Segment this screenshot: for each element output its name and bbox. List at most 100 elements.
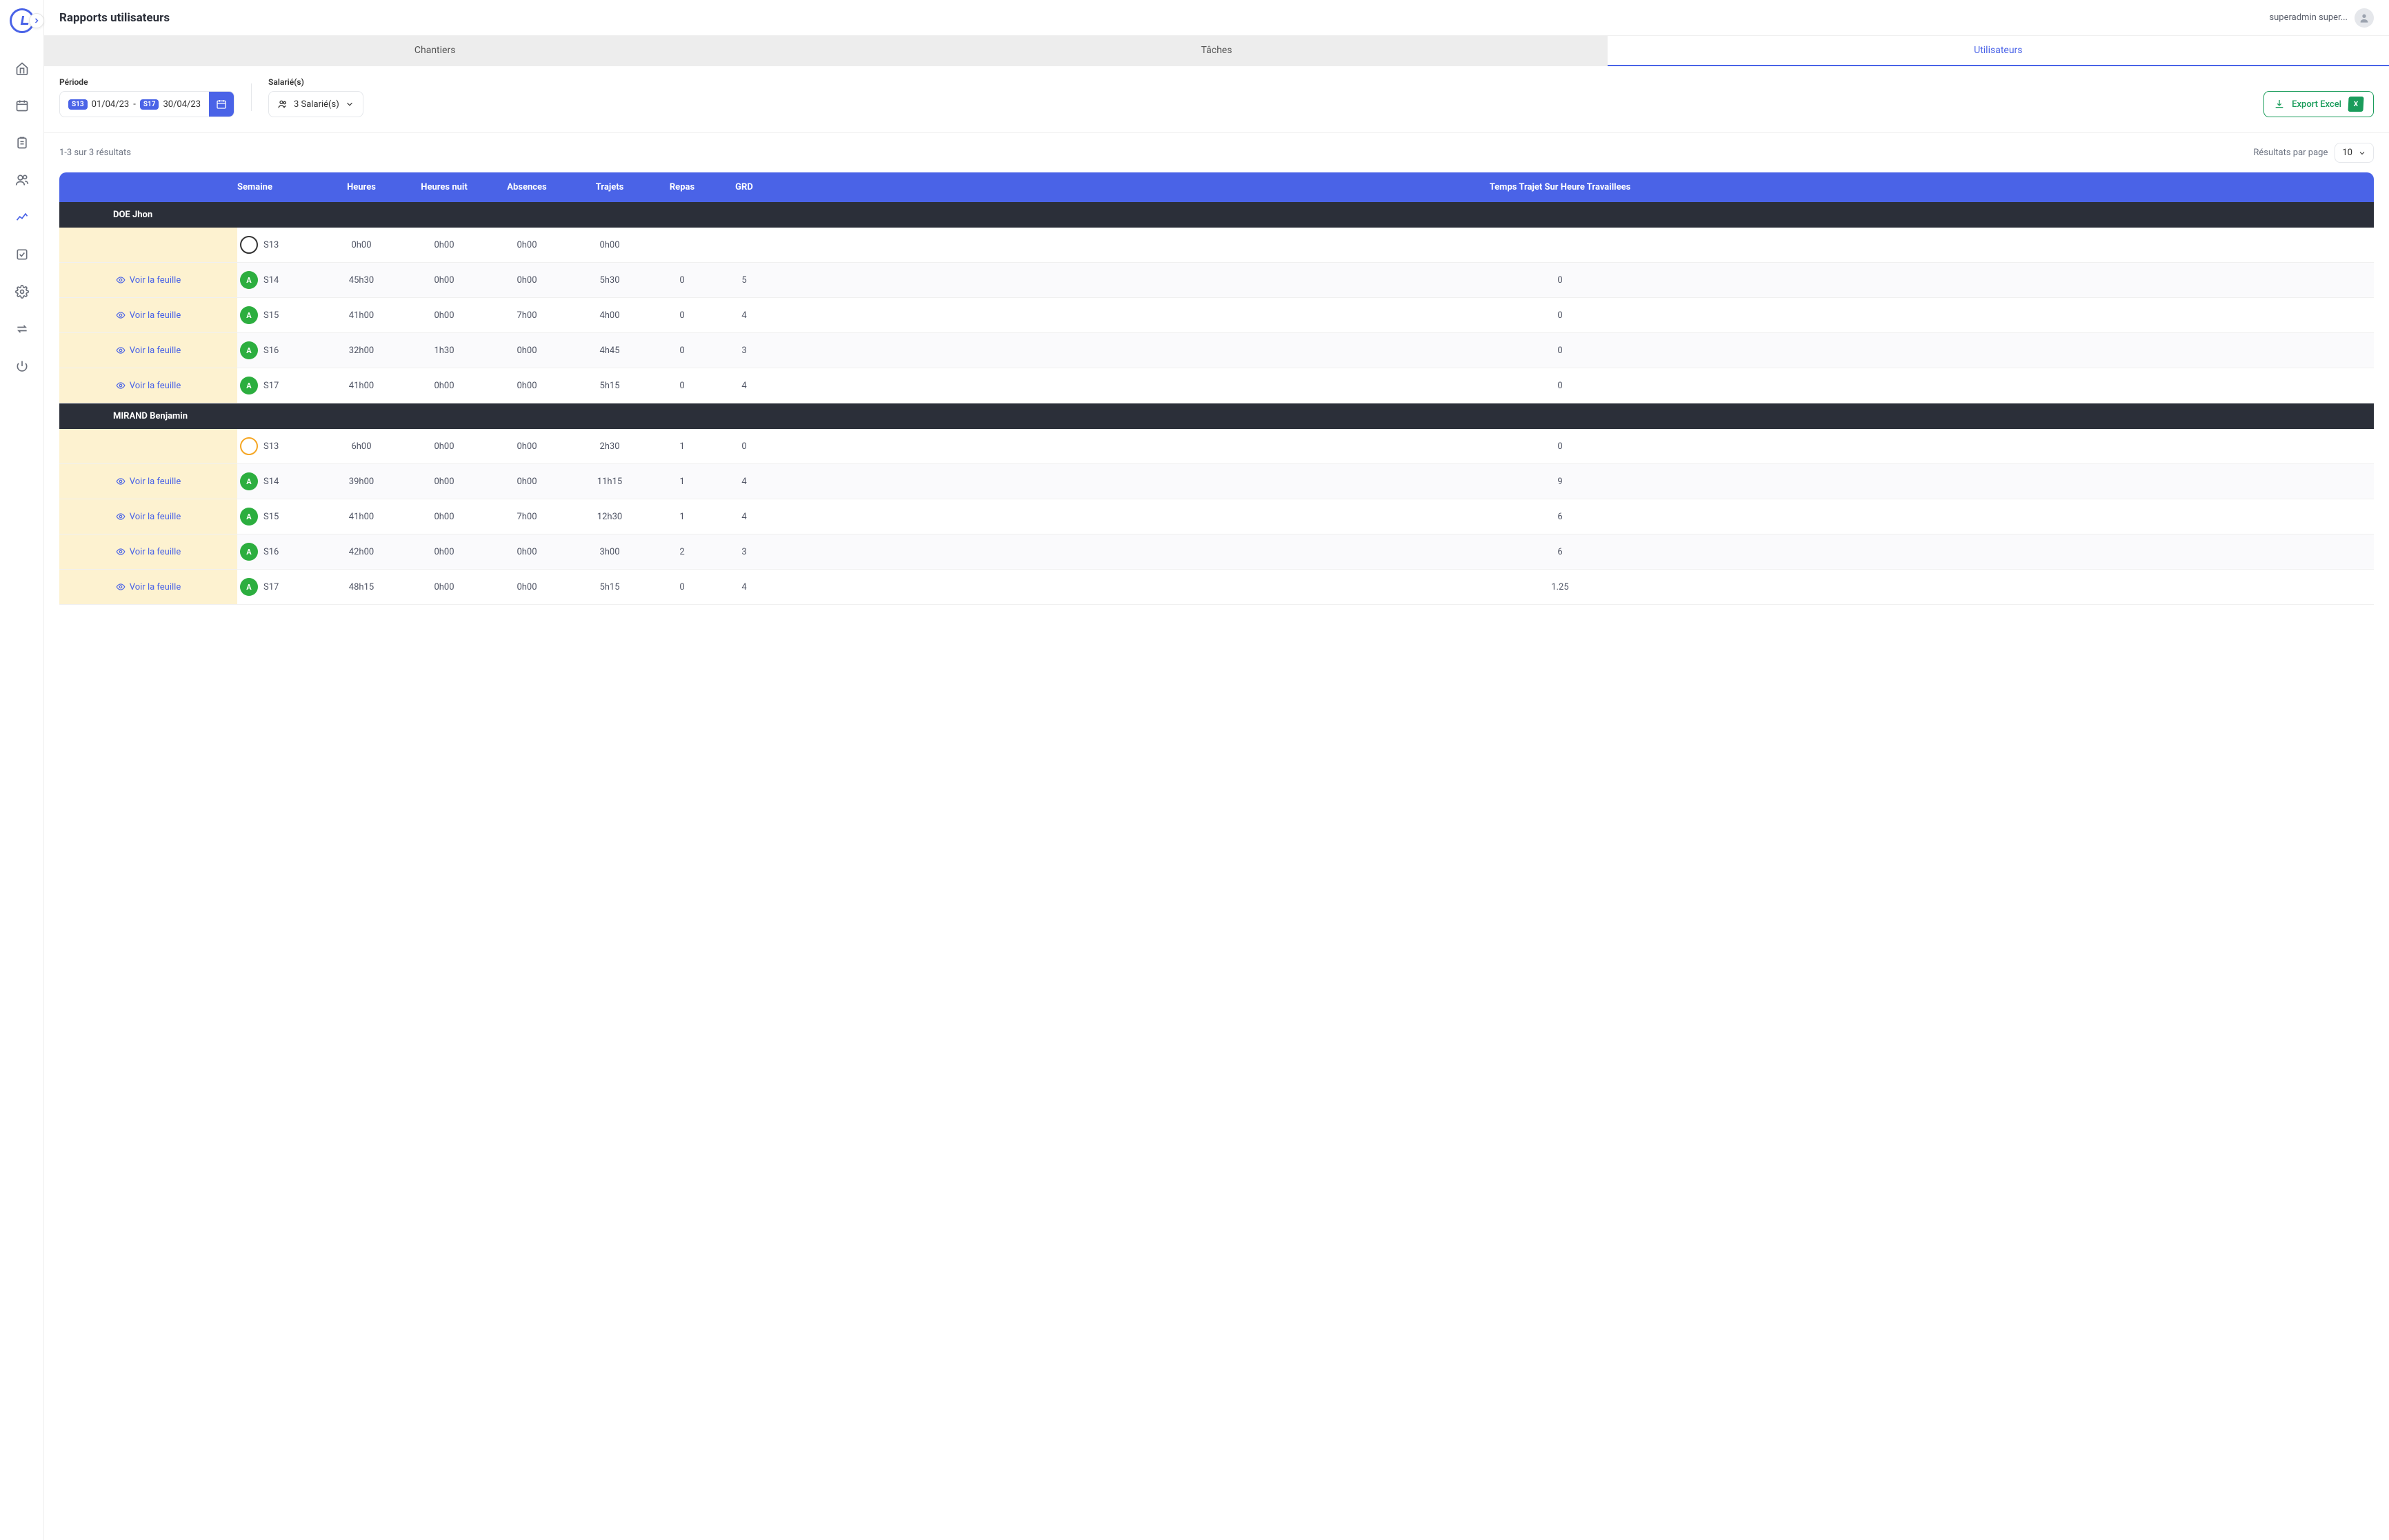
eye-icon bbox=[116, 310, 126, 320]
eye-icon bbox=[116, 512, 126, 521]
tabs: ChantiersTâchesUtilisateurs bbox=[44, 36, 2389, 66]
cell-heures: 42h00 bbox=[320, 547, 403, 557]
results-summary: 1-3 sur 3 résultats bbox=[59, 148, 131, 158]
cell-nuit: 0h00 bbox=[403, 441, 486, 452]
nav-swap[interactable] bbox=[11, 318, 33, 340]
status-badge bbox=[240, 236, 258, 254]
cell-grd: 4 bbox=[713, 477, 775, 487]
nav-power[interactable] bbox=[11, 355, 33, 377]
cell-traj: 0h00 bbox=[568, 240, 651, 250]
week-cell: S13 bbox=[237, 437, 320, 455]
row-link-cell: Voir la feuille bbox=[59, 298, 237, 332]
perpage: Résultats par page 10 bbox=[2253, 143, 2374, 163]
nav-calendar[interactable] bbox=[11, 94, 33, 117]
table-row: Voir la feuilleAS1642h000h000h003h00236 bbox=[59, 534, 2374, 570]
view-sheet-link[interactable]: Voir la feuille bbox=[116, 582, 181, 592]
chevron-down-icon bbox=[2358, 149, 2366, 157]
perpage-label: Résultats par page bbox=[2253, 148, 2328, 158]
status-badge: A bbox=[240, 508, 258, 526]
cell-traj: 5h15 bbox=[568, 582, 651, 592]
cell-heures: 39h00 bbox=[320, 477, 403, 487]
cell-nuit: 0h00 bbox=[403, 381, 486, 391]
view-sheet-link[interactable]: Voir la feuille bbox=[116, 477, 181, 487]
export-excel-button[interactable]: Export Excel X bbox=[2263, 91, 2374, 117]
cell-nuit: 0h00 bbox=[403, 512, 486, 522]
user-chip[interactable]: superadmin super... bbox=[2269, 8, 2374, 28]
table-row: S130h000h000h000h00 bbox=[59, 228, 2374, 263]
table-wrap: SemaineHeuresHeures nuitAbsencesTrajetsR… bbox=[44, 172, 2389, 620]
nav-reports[interactable] bbox=[11, 206, 33, 228]
row-link-cell: Voir la feuille bbox=[59, 263, 237, 297]
sidebar-expand-button[interactable] bbox=[29, 13, 44, 28]
cell-traj: 5h15 bbox=[568, 381, 651, 391]
cell-abs: 0h00 bbox=[486, 346, 568, 356]
week-cell: AS17 bbox=[237, 377, 320, 394]
cell-traj: 2h30 bbox=[568, 441, 651, 452]
cell-nuit: 0h00 bbox=[403, 582, 486, 592]
cell-abs: 0h00 bbox=[486, 547, 568, 557]
period-label: Période bbox=[59, 77, 234, 87]
chevron-down-icon bbox=[345, 99, 354, 109]
nav-users[interactable] bbox=[11, 169, 33, 191]
view-sheet-link[interactable]: Voir la feuille bbox=[116, 381, 181, 391]
table-row: Voir la feuilleAS1741h000h000h005h15040 bbox=[59, 368, 2374, 403]
col-header: Temps Trajet Sur Heure Travaillees bbox=[775, 182, 2361, 192]
week-cell: AS15 bbox=[237, 306, 320, 324]
view-sheet-link[interactable]: Voir la feuille bbox=[116, 512, 181, 522]
view-sheet-link[interactable]: Voir la feuille bbox=[116, 275, 181, 286]
tab-chantiers[interactable]: Chantiers bbox=[44, 36, 826, 66]
cell-repas: 0 bbox=[651, 346, 713, 356]
cell-ttt: 0 bbox=[775, 275, 2361, 286]
period-calendar-button[interactable] bbox=[209, 92, 234, 117]
view-sheet-link[interactable]: Voir la feuille bbox=[116, 346, 181, 356]
salarie-filter: Salarié(s) 3 Salarié(s) bbox=[268, 77, 363, 117]
tab-tâches[interactable]: Tâches bbox=[826, 36, 1607, 66]
cell-heures: 41h00 bbox=[320, 512, 403, 522]
eye-icon bbox=[116, 346, 126, 355]
week-label: S16 bbox=[263, 346, 279, 356]
view-sheet-link[interactable]: Voir la feuille bbox=[116, 547, 181, 557]
col-header: Absences bbox=[486, 182, 568, 192]
salarie-selector[interactable]: 3 Salarié(s) bbox=[268, 91, 363, 117]
status-badge: A bbox=[240, 578, 258, 596]
group-header: DOE Jhon bbox=[59, 202, 2374, 228]
users-icon bbox=[277, 99, 288, 110]
perpage-select[interactable]: 10 bbox=[2335, 143, 2374, 163]
cell-abs: 0h00 bbox=[486, 381, 568, 391]
cell-nuit: 1h30 bbox=[403, 346, 486, 356]
week-cell: A S15 bbox=[237, 508, 320, 526]
period-filter: Période S13 01/04/23 - S17 30/04/23 bbox=[59, 77, 234, 117]
week-start-badge: S13 bbox=[68, 99, 88, 110]
cell-heures: 0h00 bbox=[320, 240, 403, 250]
nav-clipboard[interactable] bbox=[11, 132, 33, 154]
week-cell: AS17 bbox=[237, 578, 320, 596]
week-label: S15 bbox=[263, 512, 279, 522]
nav-tasks[interactable] bbox=[11, 243, 33, 266]
row-link-cell: Voir la feuille bbox=[59, 368, 237, 403]
salarie-value: 3 Salarié(s) bbox=[294, 99, 339, 110]
cell-abs: 0h00 bbox=[486, 477, 568, 487]
cell-abs: 0h00 bbox=[486, 441, 568, 452]
tab-utilisateurs[interactable]: Utilisateurs bbox=[1608, 36, 2389, 66]
eye-icon bbox=[116, 275, 126, 285]
cell-repas: 1 bbox=[651, 441, 713, 452]
week-cell: AS16 bbox=[237, 543, 320, 561]
week-label: S14 bbox=[263, 275, 279, 286]
export-label: Export Excel bbox=[2292, 99, 2341, 110]
nav-home[interactable] bbox=[11, 57, 33, 79]
cell-heures: 41h00 bbox=[320, 381, 403, 391]
period-picker[interactable]: S13 01/04/23 - S17 30/04/23 bbox=[59, 91, 234, 117]
sidebar-nav bbox=[11, 57, 33, 377]
row-link-cell: Voir la feuille bbox=[59, 570, 237, 604]
nav-settings[interactable] bbox=[11, 281, 33, 303]
row-link-cell: Voir la feuille bbox=[59, 464, 237, 499]
week-cell: AS14 bbox=[237, 472, 320, 490]
view-sheet-link[interactable]: Voir la feuille bbox=[116, 310, 181, 321]
cell-traj: 12h30 bbox=[568, 512, 651, 522]
date-sep: - bbox=[133, 99, 136, 110]
week-cell: AS14 bbox=[237, 271, 320, 289]
table-row: Voir la feuilleAS1632h001h300h004h45030 bbox=[59, 333, 2374, 368]
page-title: Rapports utilisateurs bbox=[59, 11, 170, 25]
cell-nuit: 0h00 bbox=[403, 240, 486, 250]
status-badge: A bbox=[240, 543, 258, 561]
